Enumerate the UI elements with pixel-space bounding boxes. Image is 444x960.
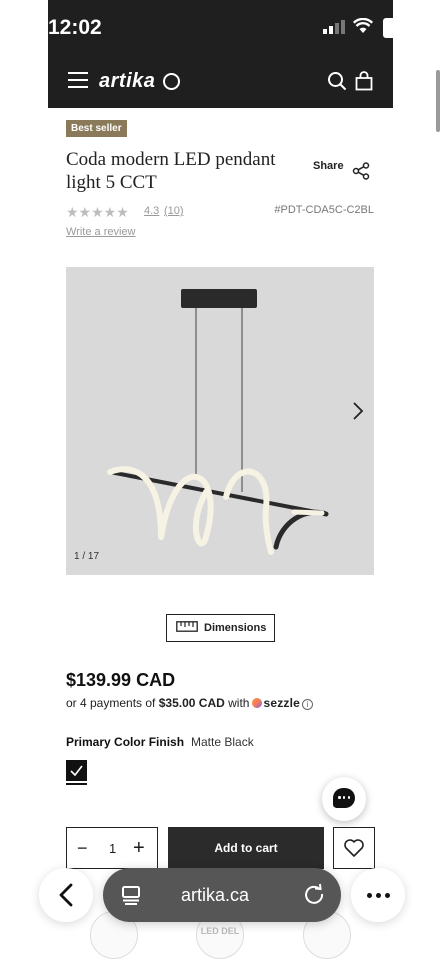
product-price: $139.99 CAD [66, 670, 176, 690]
share-icon[interactable] [352, 162, 370, 185]
product-title: Coda modern LED pendant light 5 CCT [66, 149, 276, 193]
heart-icon [344, 839, 364, 857]
info-icon[interactable]: i [302, 699, 314, 710]
tabs-icon[interactable] [121, 885, 141, 910]
menu-icon[interactable] [68, 72, 88, 90]
chat-button[interactable] [322, 777, 366, 821]
dimensions-label: Dimensions [204, 622, 267, 634]
wifi-icon [352, 17, 374, 39]
product-image [107, 289, 329, 555]
write-review-link[interactable]: Write a review [66, 226, 135, 238]
search-icon[interactable] [327, 71, 347, 96]
more-dots-icon [367, 893, 390, 898]
ruler-icon [176, 619, 198, 637]
dimensions-button[interactable]: Dimensions [166, 614, 275, 642]
rating-stars-icon: ★★★★★ [66, 204, 129, 220]
browser-toolbar: artika.ca [34, 865, 408, 925]
quantity-stepper[interactable]: − 1 + [66, 827, 158, 869]
logo-mark-icon [163, 73, 180, 90]
share-button[interactable]: Share [313, 160, 344, 172]
best-seller-badge: Best seller [66, 120, 127, 137]
rating-value[interactable]: 4.3 [144, 205, 159, 217]
installment-info: or 4 payments of $35.00 CAD with sezzle i [66, 696, 314, 710]
cellular-signal-icon [323, 20, 345, 39]
add-to-cart-button[interactable]: Add to cart [168, 827, 324, 869]
site-header: artika [48, 56, 393, 108]
status-time: 12:02 [48, 16, 102, 39]
url-bar[interactable]: artika.ca [103, 868, 341, 922]
site-logo[interactable]: artika [99, 70, 155, 93]
swatch-selected-underline [66, 783, 87, 785]
sezzle-logo-text: sezzle [263, 696, 301, 710]
back-button[interactable] [39, 868, 93, 922]
product-sku: #PDT-CDA5C-C2BL [274, 204, 374, 216]
minus-icon[interactable]: − [77, 838, 88, 859]
review-count[interactable]: (10) [164, 205, 184, 217]
status-bar: 12:02 [48, 0, 393, 56]
installments-with: with [228, 696, 250, 710]
matte-black-swatch[interactable] [66, 760, 87, 781]
back-chevron-icon [59, 883, 73, 907]
sezzle-logo-icon [252, 698, 263, 708]
more-button[interactable] [351, 868, 405, 922]
url-text[interactable]: artika.ca [181, 885, 249, 906]
scrollbar[interactable] [436, 70, 440, 132]
image-counter: 1 / 17 [74, 551, 100, 562]
checkmark-icon [70, 765, 83, 777]
battery-icon [383, 18, 393, 38]
chat-bubble-icon [333, 788, 355, 808]
finish-value: Matte Black [191, 735, 254, 749]
next-image-chevron-icon[interactable] [352, 401, 364, 426]
reload-icon[interactable] [303, 883, 325, 910]
quantity-value[interactable]: 1 [109, 841, 116, 856]
installments-prefix: or 4 payments of [66, 696, 156, 710]
installment-amount: $35.00 CAD [158, 696, 225, 710]
wishlist-button[interactable] [333, 827, 375, 869]
plus-icon[interactable]: + [133, 837, 145, 860]
finish-label: Primary Color Finish [66, 735, 185, 749]
cart-bag-icon[interactable] [355, 71, 373, 96]
product-image-gallery[interactable]: 1 / 17 [66, 267, 374, 575]
